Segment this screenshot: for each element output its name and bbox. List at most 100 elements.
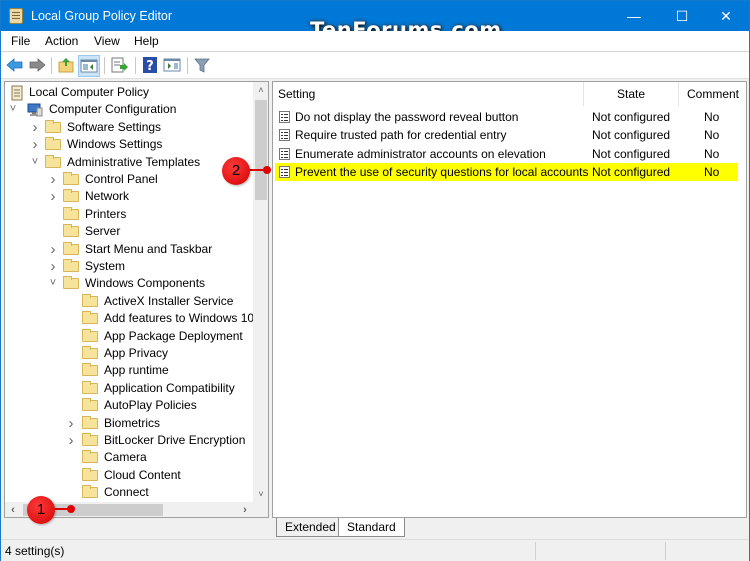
tree-item-label: ActiveX Installer Service bbox=[104, 293, 234, 308]
folder-icon bbox=[63, 189, 79, 203]
show-hide-tree-button[interactable] bbox=[78, 55, 100, 77]
tree-item[interactable]: ˅ Computer Configuration bbox=[5, 101, 253, 118]
show-hide-tree-icon bbox=[80, 59, 98, 73]
policy-setting-icon bbox=[279, 111, 290, 123]
tree-item-label: Control Panel bbox=[85, 172, 158, 186]
tree-item[interactable]: › BitLocker Drive Encryption bbox=[5, 432, 253, 449]
tree-item-label: BitLocker Drive Encryption bbox=[104, 433, 246, 447]
tree-item-label: App Privacy bbox=[104, 346, 169, 360]
toolbar-separator bbox=[51, 57, 52, 74]
setting-comment: No bbox=[704, 164, 720, 179]
tree-item[interactable]: Application Compatibility bbox=[5, 380, 253, 397]
maximize-button[interactable]: ☐ bbox=[659, 1, 705, 31]
folder-icon bbox=[82, 398, 98, 412]
tree-item[interactable]: App Package Deployment bbox=[5, 328, 253, 345]
help-icon: ? bbox=[143, 57, 157, 74]
view-tabs: Extended Standard bbox=[272, 518, 747, 538]
setting-row[interactable]: Require trusted path for credential entr… bbox=[273, 126, 746, 144]
tree-item-label: Connect bbox=[104, 485, 149, 500]
tree-item[interactable]: Camera bbox=[5, 449, 253, 466]
chevron-right-icon[interactable]: › bbox=[65, 415, 77, 432]
chevron-right-icon[interactable]: › bbox=[29, 136, 41, 153]
tree-item[interactable]: › System bbox=[5, 258, 253, 275]
tree-item[interactable]: ˅ Windows Components bbox=[5, 275, 253, 292]
tree-item[interactable]: Cloud Content bbox=[5, 467, 253, 484]
chevron-right-icon[interactable]: › bbox=[65, 432, 77, 449]
export-list-button[interactable] bbox=[109, 55, 131, 77]
folder-icon bbox=[82, 311, 98, 325]
setting-row[interactable]: Enumerate administrator accounts on elev… bbox=[273, 145, 746, 163]
toolbar-separator bbox=[135, 57, 136, 74]
callout-1-dot bbox=[67, 505, 75, 513]
setting-state: Not configured bbox=[592, 110, 671, 124]
chevron-right-icon[interactable]: › bbox=[47, 258, 59, 275]
chevron-down-icon[interactable]: ˅ bbox=[29, 154, 41, 171]
folder-icon bbox=[82, 328, 98, 342]
tree-item[interactable]: › Network bbox=[5, 188, 253, 205]
tree-item[interactable]: › Software Settings bbox=[5, 119, 253, 136]
tree-item[interactable]: App Privacy bbox=[5, 345, 253, 362]
column-header-state[interactable]: State bbox=[584, 82, 679, 106]
tree-item[interactable]: Printers bbox=[5, 206, 253, 223]
show-action-pane-button[interactable] bbox=[162, 55, 184, 77]
tab-extended[interactable]: Extended bbox=[276, 518, 345, 537]
tree-item[interactable]: App runtime bbox=[5, 362, 253, 379]
tree-item[interactable]: › Start Menu and Taskbar bbox=[5, 241, 253, 258]
tree-pane: Local Computer Policy ˅ Computer Configura… bbox=[4, 81, 269, 518]
tree-item[interactable]: › Biometrics bbox=[5, 415, 253, 432]
tree-item[interactable]: Server bbox=[5, 223, 253, 240]
tree-item-label: Printers bbox=[85, 206, 127, 221]
tree-item-label: Camera bbox=[104, 450, 147, 465]
tree-item[interactable]: Add features to Windows 10 bbox=[5, 310, 254, 327]
chevron-right-icon[interactable]: › bbox=[47, 241, 59, 258]
scroll-left-icon[interactable]: ‹ bbox=[5, 502, 21, 517]
settings-list-pane: Setting State Comment Do not display the… bbox=[272, 81, 747, 518]
back-button[interactable] bbox=[5, 55, 27, 77]
forward-button[interactable] bbox=[27, 55, 49, 77]
setting-row[interactable]: Do not display the password reveal butto… bbox=[273, 108, 746, 126]
menu-file[interactable]: File bbox=[11, 34, 30, 48]
setting-state: Not configured bbox=[592, 128, 671, 143]
callout-1-badge: 1 bbox=[27, 496, 55, 524]
filter-icon bbox=[194, 58, 210, 73]
folder-icon bbox=[63, 241, 79, 255]
close-button[interactable]: ✕ bbox=[703, 1, 749, 31]
column-header-setting[interactable]: Setting bbox=[273, 82, 584, 106]
chevron-right-icon[interactable]: › bbox=[29, 119, 41, 136]
callout-2-dot bbox=[263, 166, 271, 174]
chevron-down-icon[interactable]: ˅ bbox=[7, 101, 19, 118]
minimize-button[interactable]: — bbox=[611, 1, 657, 31]
folder-icon bbox=[63, 172, 79, 185]
folder-icon bbox=[45, 119, 61, 133]
help-button[interactable]: ? bbox=[140, 55, 162, 77]
tree-item-label: System bbox=[85, 259, 126, 273]
up-one-level-button[interactable] bbox=[56, 55, 78, 77]
chevron-right-icon[interactable]: › bbox=[47, 171, 59, 188]
filter-button[interactable] bbox=[192, 55, 214, 77]
tree-item[interactable]: › Control Panel bbox=[5, 171, 253, 188]
scroll-down-icon[interactable]: ˅ bbox=[253, 486, 268, 502]
scroll-up-icon[interactable]: ˄ bbox=[253, 82, 268, 98]
menu-action[interactable]: Action bbox=[45, 34, 78, 48]
folder-icon bbox=[45, 137, 61, 151]
tree-item[interactable]: Local Computer Policy bbox=[5, 84, 253, 101]
tree-item[interactable]: ˅ Administrative Templates bbox=[5, 154, 253, 171]
back-arrow-icon bbox=[6, 58, 23, 72]
chevron-right-icon[interactable]: › bbox=[47, 188, 59, 205]
folder-icon bbox=[63, 224, 79, 238]
menu-view[interactable]: View bbox=[94, 34, 120, 48]
tree-vertical-scrollbar[interactable]: ˄ ˅ bbox=[253, 82, 268, 502]
chevron-down-icon[interactable]: ˅ bbox=[47, 275, 59, 292]
setting-name: Prevent the use of security questions fo… bbox=[295, 164, 589, 179]
column-header-comment[interactable]: Comment bbox=[679, 82, 746, 106]
scroll-thumb[interactable] bbox=[255, 100, 267, 200]
menu-help[interactable]: Help bbox=[134, 34, 159, 48]
setting-comment: No bbox=[704, 110, 720, 124]
tab-standard[interactable]: Standard bbox=[338, 518, 405, 537]
tree-item[interactable]: AutoPlay Policies bbox=[5, 397, 253, 414]
tree-item-label: Cloud Content bbox=[104, 467, 181, 482]
tree-item[interactable]: › Windows Settings bbox=[5, 136, 253, 153]
scroll-right-icon[interactable]: › bbox=[237, 502, 253, 517]
setting-row[interactable]: Prevent the use of security questions fo… bbox=[275, 162, 738, 181]
tree-item[interactable]: ActiveX Installer Service bbox=[5, 293, 253, 310]
